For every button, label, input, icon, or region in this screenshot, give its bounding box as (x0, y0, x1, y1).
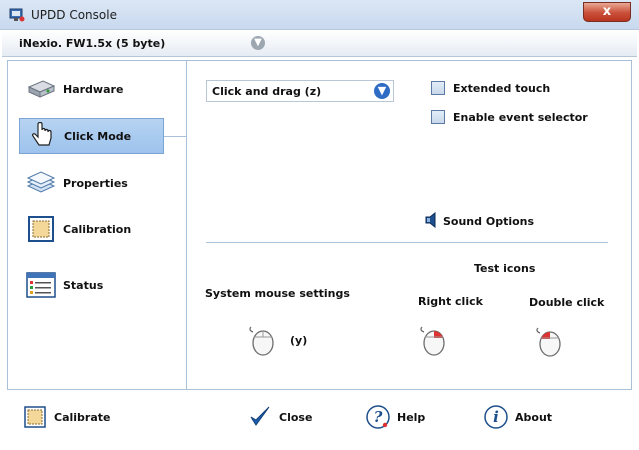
calibrate-label: Calibrate (54, 410, 111, 424)
close-label: Close (279, 410, 313, 424)
extended-touch-label: Extended touch (453, 81, 551, 95)
about-button[interactable]: i About (483, 404, 552, 430)
double-click-mouse-icon[interactable] (532, 324, 562, 361)
status-icon (25, 271, 57, 299)
svg-text:?: ? (374, 408, 383, 426)
sidebar-item-click-mode[interactable]: Click Mode (19, 118, 164, 154)
divider (206, 242, 608, 243)
sidebar-item-label: Click Mode (64, 129, 132, 143)
title-bar: UPDD Console x (0, 0, 639, 30)
click-mode-value: Click and drag (z) (212, 85, 322, 98)
window-title: UPDD Console (31, 8, 117, 22)
checkmark-icon (247, 404, 273, 430)
main-frame: Hardware Click Mode Properties Calibrati… (7, 60, 632, 390)
selection-connector (164, 136, 186, 137)
sidebar-item-label: Calibration (63, 222, 132, 236)
close-button[interactable]: Close (247, 404, 312, 430)
sound-options-label: Sound Options (443, 215, 535, 228)
test-icons-heading: Test icons (474, 262, 536, 275)
help-icon: ? (365, 404, 391, 430)
extended-touch-checkbox[interactable] (431, 81, 445, 95)
layers-icon (25, 169, 57, 197)
device-select[interactable]: iNexio. FW1.5x (5 byte) (19, 37, 165, 50)
sidebar-item-properties[interactable]: Properties (19, 165, 164, 201)
close-window-button[interactable]: x (583, 2, 631, 22)
sidebar-item-label: Properties (63, 176, 128, 190)
sound-options-button[interactable]: Sound Options (425, 211, 535, 231)
click-mode-select[interactable]: Click and drag (z) ▼ (206, 80, 394, 102)
extended-touch-option[interactable]: Extended touch (431, 81, 550, 95)
help-button[interactable]: ? Help (365, 404, 425, 430)
svg-text:i: i (493, 408, 499, 426)
sidebar-item-calibration[interactable]: Calibration (19, 211, 164, 247)
about-label: About (515, 410, 553, 424)
sidebar: Hardware Click Mode Properties Calibrati… (8, 61, 187, 389)
event-selector-checkbox[interactable] (431, 110, 445, 124)
system-mouse-icon[interactable] (245, 323, 275, 360)
event-selector-option[interactable]: Enable event selector (431, 110, 588, 124)
chevron-down-icon[interactable]: ▼ (374, 83, 390, 99)
event-selector-label: Enable event selector (453, 110, 588, 124)
right-click-mouse-icon[interactable] (416, 323, 446, 360)
calibrate-button[interactable]: Calibrate (22, 404, 110, 430)
pointing-hand-icon (26, 122, 58, 150)
sidebar-item-hardware[interactable]: Hardware (19, 71, 164, 107)
right-click-label: Right click (418, 295, 483, 308)
calibration-icon (22, 404, 48, 430)
help-label: Help (397, 410, 426, 424)
sidebar-item-label: Status (63, 278, 104, 292)
monitor-icon (9, 7, 25, 23)
system-mouse-key: (y) (290, 334, 308, 347)
sidebar-item-label: Hardware (63, 82, 124, 96)
double-click-label: Double click (529, 296, 605, 309)
hardware-icon (25, 75, 57, 103)
system-mouse-label[interactable]: System mouse settings (205, 287, 350, 300)
speaker-icon (425, 211, 437, 231)
info-icon: i (483, 404, 509, 430)
device-dropdown-icon[interactable]: ▼ (251, 36, 265, 50)
device-bar: iNexio. FW1.5x (5 byte) ▼ (2, 31, 637, 57)
sidebar-item-status[interactable]: Status (19, 267, 164, 303)
calibration-icon (25, 215, 57, 243)
